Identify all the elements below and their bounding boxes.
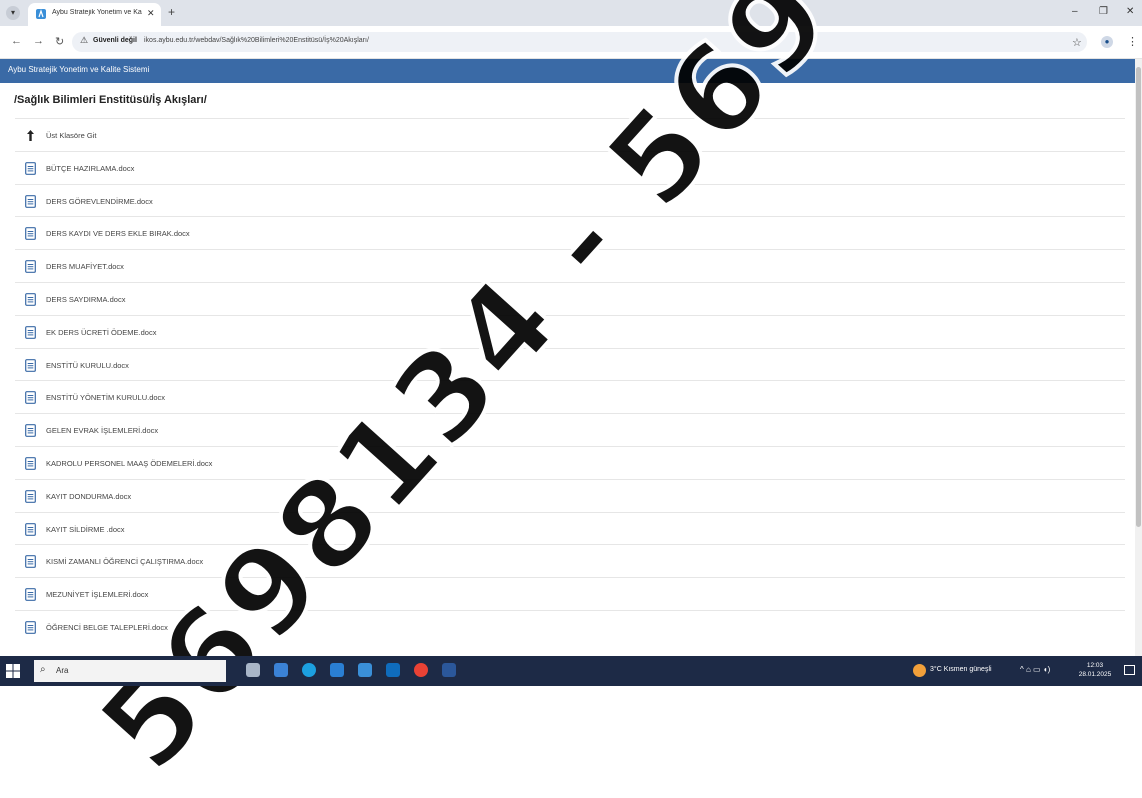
- scrollbar-thumb[interactable]: [1136, 67, 1141, 527]
- file-name[interactable]: MEZUNİYET İŞLEMLERİ.docx: [46, 590, 148, 599]
- task-view-icon[interactable]: [246, 663, 260, 677]
- file-list: Üst Klasöre Git BÜTÇE HAZIRLAMA.docx DERS …: [15, 118, 1125, 643]
- restore-button[interactable]: ❐: [1099, 6, 1108, 17]
- file-browser: /Sağlık Bilimleri Enstitüsü/İş Akışları/…: [0, 83, 1135, 656]
- browser-tab-strip: ▾ Aybu Stratejik Yonetim ve Kalite ✕ + –…: [0, 0, 1142, 26]
- file-name[interactable]: ENSTİTÜ KURULU.docx: [46, 361, 129, 370]
- weather-text[interactable]: 3°C Kısmen güneşli: [930, 666, 992, 673]
- file-name[interactable]: EK DERS ÜCRETİ ÖDEME.docx: [46, 328, 156, 337]
- document-icon: [25, 424, 36, 438]
- tab-search-icon[interactable]: ▾: [6, 6, 20, 20]
- file-list-item[interactable]: ENSTİTÜ KURULU.docx: [15, 347, 1125, 381]
- weather-icon[interactable]: [913, 664, 926, 677]
- file-name[interactable]: DERS KAYDI VE DERS EKLE BIRAK.docx: [46, 229, 190, 238]
- file-name[interactable]: ENSTİTÜ YÖNETİM KURULU.docx: [46, 393, 165, 402]
- folder-up-icon: [27, 130, 34, 141]
- clock[interactable]: 12:03 28.01.2025: [1075, 661, 1115, 679]
- file-list-item[interactable]: DERS GÖREVLENDİRME.docx: [15, 183, 1125, 217]
- document-icon: [25, 391, 36, 405]
- outlook-icon[interactable]: [386, 663, 400, 677]
- file-name[interactable]: KADROLU PERSONEL MAAŞ ÖDEMELERİ.docx: [46, 459, 212, 468]
- clock-time: 12:03: [1086, 662, 1104, 669]
- tab-close-icon[interactable]: ✕: [147, 8, 155, 19]
- system-tray-icons[interactable]: ^ ⌂ ▭ ◖): [1020, 665, 1050, 674]
- window-close-button[interactable]: ✕: [1126, 6, 1134, 17]
- document-icon: [25, 325, 36, 339]
- bookmark-star-icon[interactable]: ☆: [1072, 36, 1082, 49]
- site-favicon-icon: [36, 9, 46, 19]
- file-list-item[interactable]: GELEN EVRAK İŞLEMLERİ.docx: [15, 413, 1125, 446]
- forward-arrow-icon[interactable]: →: [33, 35, 44, 47]
- url-text[interactable]: ikos.aybu.edu.tr/webdav/Sağlık%20Bilimle…: [144, 37, 369, 44]
- file-list-item[interactable]: MEZUNİYET İŞLEMLERİ.docx: [15, 577, 1125, 610]
- document-icon: [25, 293, 36, 306]
- file-name[interactable]: ÖĞRENCİ BELGE TALEPLERİ.docx: [46, 623, 168, 632]
- file-list-item[interactable]: KISMİ ZAMANLI ÖĞRENCİ ÇALIŞTIRMA.docx: [15, 544, 1125, 577]
- profile-avatar-icon[interactable]: ●: [1101, 36, 1113, 48]
- new-tab-button[interactable]: +: [168, 5, 175, 19]
- edge-icon[interactable]: [302, 663, 316, 677]
- search-placeholder: Ara: [56, 666, 69, 675]
- document-icon: [25, 489, 36, 503]
- file-name[interactable]: DERS GÖREVLENDİRME.docx: [46, 197, 153, 206]
- file-name[interactable]: BÜTÇE HAZIRLAMA.docx: [46, 164, 134, 173]
- windows-start-icon[interactable]: [6, 664, 20, 678]
- notification-icon[interactable]: [1124, 665, 1135, 675]
- file-list-item[interactable]: BÜTÇE HAZIRLAMA.docx: [15, 150, 1125, 184]
- file-name[interactable]: KAYIT DONDURMA.docx: [46, 492, 131, 501]
- app-title: Aybu Stratejik Yonetim ve Kalite Sistemi: [8, 65, 150, 74]
- document-icon: [25, 522, 36, 536]
- file-list-item[interactable]: KAYIT SİLDİRME .docx: [15, 511, 1125, 545]
- file-list-item[interactable]: DERS KAYDI VE DERS EKLE BIRAK.docx: [15, 216, 1125, 249]
- document-icon: [25, 621, 36, 634]
- document-icon: [25, 457, 36, 470]
- security-status[interactable]: Güvenli değil: [93, 37, 137, 44]
- taskbar: ⌕ Ara 3°C Kısmen güneşli ^ ⌂ ▭ ◖) 12:03 …: [0, 656, 1142, 686]
- file-name[interactable]: Üst Klasöre Git: [46, 131, 96, 140]
- parent-folder-link[interactable]: Üst Klasöre Git: [15, 118, 1125, 151]
- url-field[interactable]: ⚠ Güvenli değil ikos.aybu.edu.tr/webdav/…: [72, 32, 1087, 52]
- document-icon: [25, 161, 36, 175]
- file-name[interactable]: DERS MUAFİYET.docx: [46, 262, 124, 271]
- file-list-item[interactable]: DERS MUAFİYET.docx: [15, 249, 1125, 282]
- document-icon: [25, 227, 36, 241]
- scrollbar[interactable]: [1135, 59, 1142, 656]
- app-header: Aybu Stratejik Yonetim ve Kalite Sistemi: [0, 59, 1135, 83]
- file-list-item[interactable]: KADROLU PERSONEL MAAŞ ÖDEMELERİ.docx: [15, 445, 1125, 479]
- store-icon[interactable]: [358, 663, 372, 677]
- document-icon: [25, 588, 36, 602]
- file-list-item[interactable]: ENSTİTÜ YÖNETİM KURULU.docx: [15, 380, 1125, 413]
- tab-title: Aybu Stratejik Yonetim ve Kalite: [52, 9, 142, 16]
- document-icon: [25, 194, 36, 208]
- menu-kebab-icon[interactable]: ⋮: [1127, 35, 1138, 48]
- file-explorer-icon[interactable]: [330, 663, 344, 677]
- browser-tab[interactable]: Aybu Stratejik Yonetim ve Kalite ✕: [28, 3, 161, 26]
- file-list-item[interactable]: KAYIT DONDURMA.docx: [15, 478, 1125, 512]
- app-icon[interactable]: [274, 663, 288, 677]
- file-list-item[interactable]: EK DERS ÜCRETİ ÖDEME.docx: [15, 314, 1125, 348]
- file-name[interactable]: KISMİ ZAMANLI ÖĞRENCİ ÇALIŞTIRMA.docx: [46, 557, 203, 566]
- chrome-icon[interactable]: [414, 663, 428, 677]
- file-name[interactable]: GELEN EVRAK İŞLEMLERİ.docx: [46, 426, 158, 435]
- minimize-button[interactable]: –: [1072, 6, 1078, 17]
- document-icon: [25, 555, 36, 569]
- search-icon: ⌕: [40, 664, 46, 675]
- file-list-item[interactable]: DERS SAYDIRMA.docx: [15, 281, 1125, 315]
- document-icon: [25, 358, 36, 372]
- file-name[interactable]: DERS SAYDIRMA.docx: [46, 295, 125, 304]
- address-bar: ← → ↻ ⚠ Güvenli değil ikos.aybu.edu.tr/w…: [0, 26, 1142, 59]
- back-arrow-icon[interactable]: ←: [11, 35, 22, 47]
- reload-icon[interactable]: ↻: [55, 35, 64, 48]
- document-icon: [25, 260, 36, 274]
- clock-date: 28.01.2025: [1078, 671, 1112, 678]
- page-title: /Sağlık Bilimleri Enstitüsü/İş Akışları/: [14, 94, 207, 106]
- taskbar-search-input[interactable]: ⌕ Ara: [34, 660, 226, 682]
- file-name[interactable]: KAYIT SİLDİRME .docx: [46, 525, 125, 534]
- file-list-item[interactable]: ÖĞRENCİ BELGE TALEPLERİ.docx: [15, 609, 1125, 643]
- warning-icon[interactable]: ⚠: [80, 35, 88, 46]
- word-icon[interactable]: [442, 663, 456, 677]
